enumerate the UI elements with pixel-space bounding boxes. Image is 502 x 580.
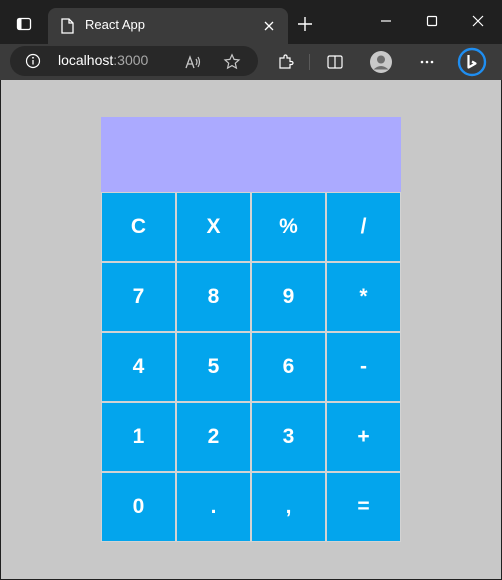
- key-1[interactable]: 1: [101, 402, 176, 472]
- calculator: C X % / 7 8 9 * 4 5 6 - 1 2 3 + 0 . , =: [101, 117, 401, 542]
- key-decimal[interactable]: .: [176, 472, 251, 542]
- key-subtract[interactable]: -: [326, 332, 401, 402]
- browser-toolbar: localhost:3000: [0, 44, 502, 80]
- browser-tab[interactable]: React App: [48, 8, 288, 44]
- favorite-button[interactable]: [222, 52, 242, 72]
- plus-icon: [298, 17, 312, 31]
- close-window-button[interactable]: [455, 0, 501, 42]
- minimize-button[interactable]: [363, 0, 409, 42]
- split-screen-button[interactable]: [320, 47, 350, 77]
- key-multiply[interactable]: *: [326, 262, 401, 332]
- tab-actions-button[interactable]: [8, 8, 40, 40]
- avatar-icon: [370, 51, 392, 73]
- key-3[interactable]: 3: [251, 402, 326, 472]
- address-bar[interactable]: localhost:3000: [10, 46, 258, 76]
- key-7[interactable]: 7: [101, 262, 176, 332]
- page-icon: [61, 18, 74, 34]
- site-info-button[interactable]: [24, 52, 42, 70]
- close-icon: [264, 21, 274, 31]
- puzzle-icon: [279, 54, 294, 69]
- toolbar-divider: [309, 54, 310, 70]
- read-aloud-button[interactable]: [183, 52, 203, 72]
- star-icon: [223, 53, 241, 70]
- key-percent[interactable]: %: [251, 192, 326, 262]
- key-8[interactable]: 8: [176, 262, 251, 332]
- profile-button[interactable]: [366, 47, 396, 77]
- bing-icon: [457, 47, 487, 77]
- tab-title: React App: [85, 17, 145, 32]
- calculator-keypad: C X % / 7 8 9 * 4 5 6 - 1 2 3 + 0 . , =: [101, 192, 401, 542]
- calculator-display: [101, 117, 401, 192]
- split-screen-icon: [327, 55, 343, 69]
- info-icon: [25, 53, 41, 69]
- browser-tab-strip: React App: [0, 0, 502, 44]
- key-4[interactable]: 4: [101, 332, 176, 402]
- key-equals[interactable]: =: [326, 472, 401, 542]
- maximize-icon: [426, 15, 438, 27]
- key-0[interactable]: 0: [101, 472, 176, 542]
- key-clear[interactable]: C: [101, 192, 176, 262]
- settings-more-button[interactable]: [412, 47, 442, 77]
- url-port: :3000: [113, 52, 149, 68]
- url-host: localhost: [58, 52, 114, 68]
- extensions-button[interactable]: [271, 47, 301, 77]
- key-comma[interactable]: ,: [251, 472, 326, 542]
- minimize-icon: [381, 20, 391, 22]
- page-viewport: C X % / 7 8 9 * 4 5 6 - 1 2 3 + 0 . , =: [1, 80, 501, 579]
- key-9[interactable]: 9: [251, 262, 326, 332]
- key-delete[interactable]: X: [176, 192, 251, 262]
- key-2[interactable]: 2: [176, 402, 251, 472]
- maximize-button[interactable]: [409, 0, 455, 42]
- tab-close-button[interactable]: [260, 17, 278, 35]
- key-5[interactable]: 5: [176, 332, 251, 402]
- tab-actions-icon: [16, 17, 32, 31]
- more-icon: [420, 60, 434, 64]
- key-divide[interactable]: /: [326, 192, 401, 262]
- address-url[interactable]: localhost:3000: [58, 52, 148, 68]
- key-6[interactable]: 6: [251, 332, 326, 402]
- close-icon: [472, 15, 484, 27]
- read-aloud-icon: [185, 55, 201, 69]
- new-tab-button[interactable]: [293, 12, 317, 36]
- copilot-button[interactable]: [457, 47, 487, 77]
- key-add[interactable]: +: [326, 402, 401, 472]
